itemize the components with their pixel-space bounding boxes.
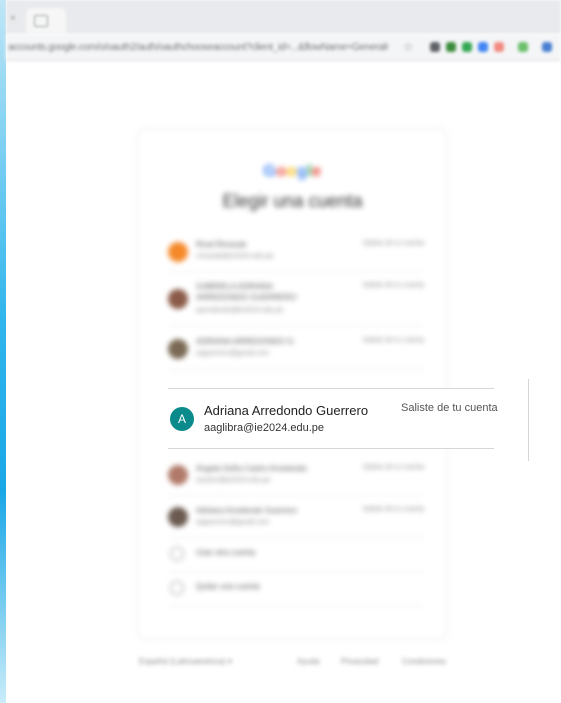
tab-bar: ×	[6, 0, 561, 34]
account-email: aaglibra@ie2024.edu.pe	[204, 422, 325, 434]
account-name: Ángela Sofía Castro Arredondo	[196, 464, 307, 473]
account-status: Saliste de tu cuenta	[362, 464, 425, 471]
account-status: Saliste de tu cuenta	[362, 240, 425, 247]
avatar	[168, 507, 188, 527]
footer-link-terms[interactable]: Condiciones	[402, 657, 446, 666]
account-item[interactable]: Rival Rimarab rrimarab@ie2024.edu.pe Sal…	[168, 233, 424, 272]
google-logo: Google	[263, 163, 322, 180]
account-status: Saliste de tu cuenta	[401, 402, 498, 414]
footer-link-privacy[interactable]: Privacidad	[341, 657, 378, 666]
extension-icon[interactable]	[478, 42, 488, 52]
focused-account-row[interactable]: A Adriana Arredondo Guerrero aaglibra@ie…	[168, 388, 498, 449]
account-email: acastro@ie2024.edu.pe	[196, 477, 271, 484]
browser-chrome: × accounts.google.com/o/oauth2/auth/oaut…	[6, 0, 561, 62]
page-title: Elegir una cuenta	[222, 191, 363, 211]
remove-account-button[interactable]: Quitar una cuenta	[168, 571, 424, 606]
divider	[528, 379, 529, 461]
remove-account-icon	[170, 581, 184, 595]
extension-icon[interactable]	[462, 42, 472, 52]
avatar	[168, 289, 188, 309]
extension-icon[interactable]	[494, 42, 504, 52]
extension-icon[interactable]	[542, 42, 552, 52]
action-label: Usar otra cuenta	[196, 548, 256, 557]
account-circle-icon	[170, 547, 184, 561]
extension-icon[interactable]	[430, 42, 440, 52]
avatar: A	[170, 407, 194, 431]
account-email: aarredondo@ie2024.edu.pe	[196, 307, 284, 314]
account-name: GABRIELA ADRIANA ARREDONDO GUERRERO	[196, 282, 297, 302]
account-item[interactable]: Adriana Arredondo Guerrero aaguerrero@gm…	[168, 499, 424, 538]
tab-close-icon[interactable]: ×	[10, 13, 16, 24]
bookmark-star-icon[interactable]: ☆	[403, 40, 414, 54]
account-status: Saliste de tu cuenta	[362, 282, 425, 289]
use-another-account-button[interactable]: Usar otra cuenta	[168, 537, 424, 572]
desktop-edge-strip	[0, 0, 6, 703]
extension-icon[interactable]	[518, 42, 528, 52]
account-email: rrimarab@ie2024.edu.pe	[196, 253, 274, 260]
footer-link-help[interactable]: Ayuda	[297, 657, 320, 666]
avatar	[168, 465, 188, 485]
account-status: Saliste de tu cuenta	[362, 506, 425, 513]
page-footer: Español (Latinoamérica) ▾ Ayuda Privacid…	[0, 655, 561, 671]
account-name: Adriana Arredondo Guerrero	[196, 506, 297, 515]
account-name: Adriana Arredondo Guerrero	[204, 403, 369, 418]
action-label: Quitar una cuenta	[196, 582, 260, 591]
account-email: aaguerrero@gmail.com	[196, 350, 270, 357]
extension-icon[interactable]	[446, 42, 456, 52]
tab-page-icon	[34, 15, 48, 27]
account-status: Saliste de tu cuenta	[362, 337, 425, 344]
account-item[interactable]: Ángela Sofía Castro Arredondo acastro@ie…	[168, 457, 424, 496]
account-item[interactable]: GABRIELA ADRIANA ARREDONDO GUERRERO aarr…	[168, 275, 424, 326]
avatar	[168, 242, 188, 262]
address-bar[interactable]: accounts.google.com/o/oauth2/auth/oauthc…	[6, 34, 561, 61]
account-item[interactable]: ADRIANA ARREDONDO G. aaguerrero@gmail.co…	[168, 329, 424, 370]
account-name: Rival Rimarab	[196, 240, 247, 249]
account-chooser-card: Google Elegir una cuenta Rival Rimarab r…	[137, 128, 448, 640]
account-name: ADRIANA ARREDONDO G.	[196, 337, 296, 346]
language-selector[interactable]: Español (Latinoamérica) ▾	[139, 657, 232, 666]
address-text[interactable]: accounts.google.com/o/oauth2/auth/oauthc…	[8, 42, 388, 52]
account-email: aaguerrero@gmail.com	[196, 519, 270, 526]
avatar	[168, 339, 188, 359]
